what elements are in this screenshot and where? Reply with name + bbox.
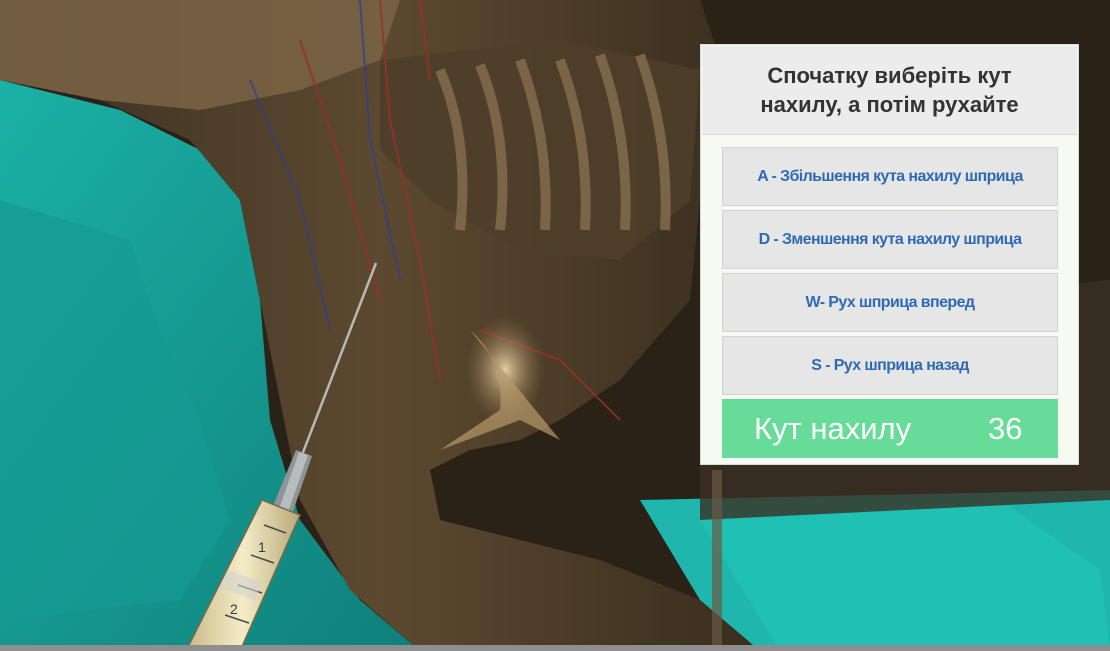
decrease-angle-label: D - Зменшення кута нахилу шприца — [758, 230, 1022, 248]
bottom-bar — [0, 645, 1110, 651]
move-backward-label: S - Рух шприца назад — [811, 356, 969, 374]
control-panel: Спочатку виберіть кут нахилу, а потім ру… — [700, 44, 1079, 465]
panel-title: Спочатку виберіть кут нахилу, а потім ру… — [702, 46, 1077, 135]
syringe-scale-1: 1 — [258, 539, 266, 555]
move-backward-button[interactable]: S - Рух шприца назад — [722, 336, 1058, 395]
angle-value: 36 — [988, 411, 1023, 446]
decrease-angle-button[interactable]: D - Зменшення кута нахилу шприца — [722, 210, 1058, 269]
increase-angle-button[interactable]: A - Збільшення кута нахилу шприца — [722, 147, 1058, 206]
increase-angle-label: A - Збільшення кута нахилу шприца — [757, 167, 1023, 185]
syringe-scale-2: 2 — [230, 601, 238, 617]
angle-display: Кут нахилу 36 — [722, 399, 1058, 458]
angle-label: Кут нахилу — [754, 411, 912, 446]
move-forward-button[interactable]: W- Рух шприца вперед — [722, 273, 1058, 332]
move-forward-label: W- Рух шприца вперед — [805, 293, 975, 311]
